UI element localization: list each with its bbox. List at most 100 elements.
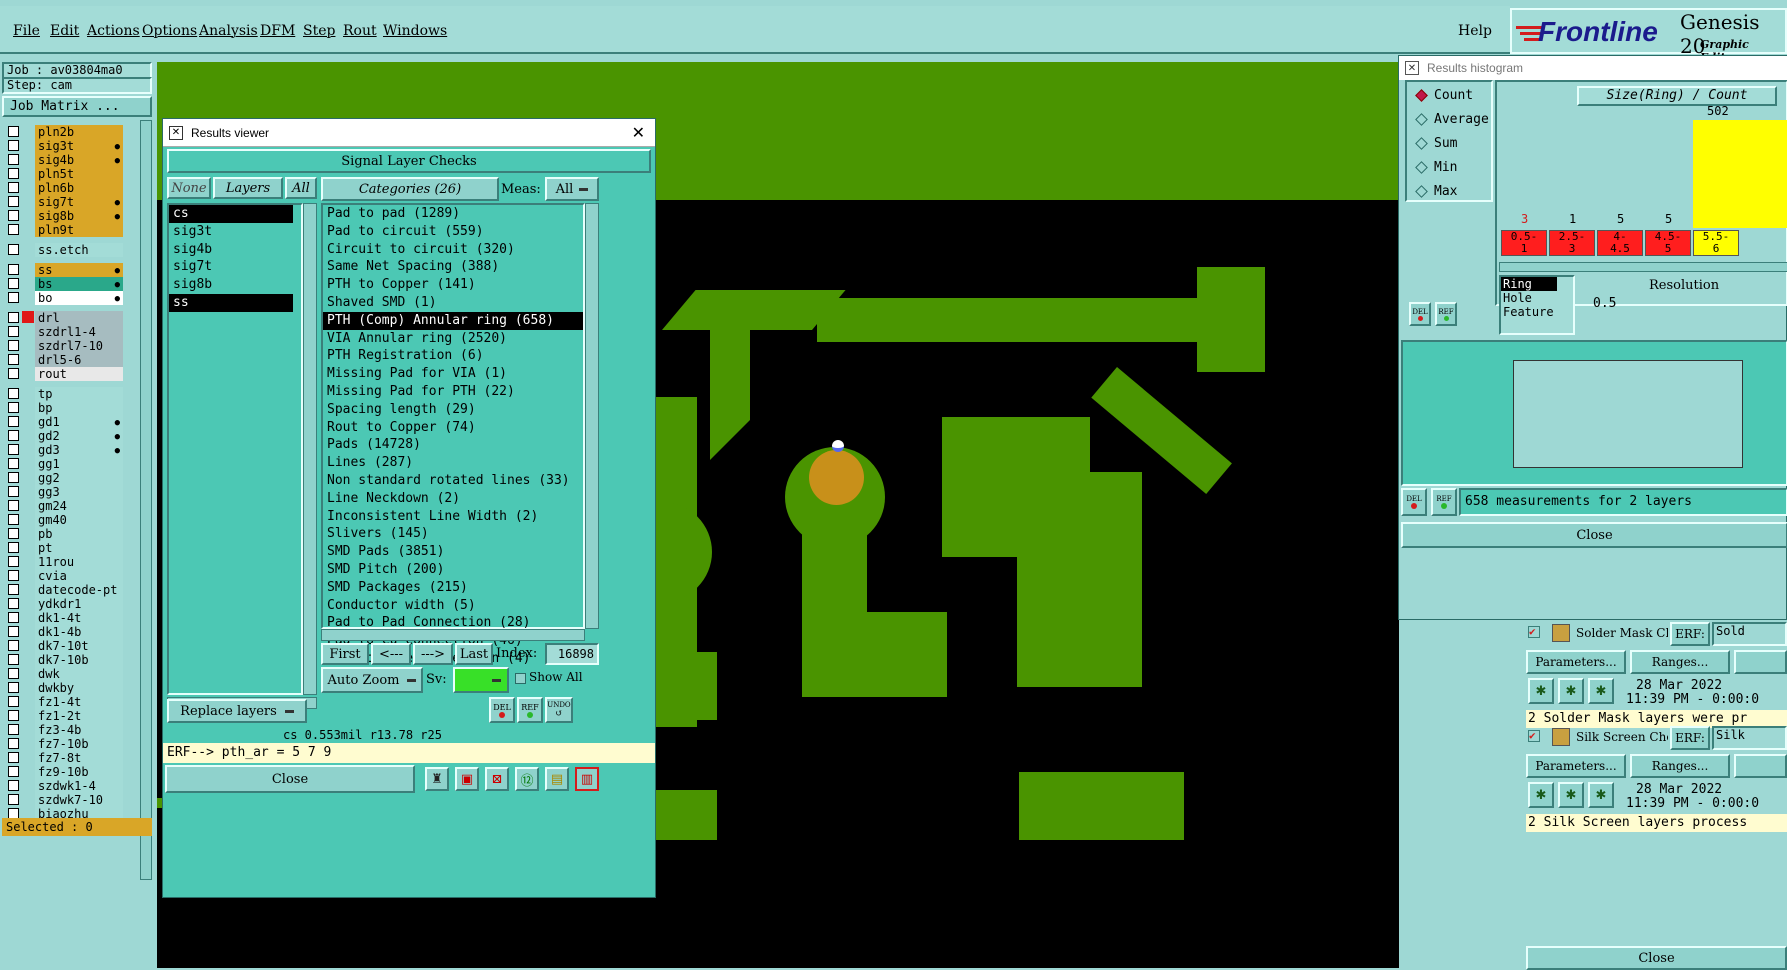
layer-row[interactable]: pln5t	[8, 166, 123, 181]
layer-checkbox[interactable]	[8, 724, 19, 735]
layer-checkbox[interactable]	[8, 598, 19, 609]
layer-checkbox[interactable]	[8, 668, 19, 679]
layer-row[interactable]: tp	[8, 386, 123, 401]
layer-row[interactable]: 11rou	[8, 554, 123, 569]
layer-results-list[interactable]: cs sig3t sig4b sig7t sig8b ss	[167, 203, 303, 695]
layer-checkbox[interactable]	[8, 368, 19, 379]
layer-name[interactable]: ss ●	[35, 262, 123, 277]
layer-name[interactable]: drl5-6	[35, 352, 123, 367]
category-item[interactable]: Missing Pad for PTH (22)	[323, 383, 583, 401]
layer-row[interactable]: dk7-10t	[8, 638, 123, 653]
run-icon[interactable]: ✱	[1558, 782, 1584, 808]
category-item[interactable]: VIA Annular ring (2520)	[323, 330, 583, 348]
layer-name[interactable]: sig4b ●	[35, 152, 123, 167]
layer-row[interactable]: pln6b	[8, 180, 123, 195]
layer-name[interactable]: bo ●	[35, 290, 123, 305]
layer-name[interactable]: sig7t ●	[35, 194, 123, 209]
layer-row[interactable]: gg2	[8, 470, 123, 485]
none-button[interactable]: None	[167, 177, 211, 199]
menu-windows[interactable]: Windows	[383, 23, 447, 39]
layer-checkbox[interactable]	[8, 168, 19, 179]
layer-name[interactable]: drl	[35, 310, 123, 325]
category-item[interactable]: Pads (14728)	[323, 436, 583, 454]
layer-name[interactable]: pln2b	[35, 124, 123, 139]
layer-checkbox[interactable]	[8, 500, 19, 511]
tool-number-icon[interactable]: ⑫	[515, 767, 539, 791]
result-layer-item[interactable]: cs	[169, 205, 293, 223]
layer-name[interactable]: gg2	[35, 470, 123, 485]
layer-row[interactable]: ss ●	[8, 262, 123, 277]
extra-button[interactable]	[1734, 650, 1787, 674]
categories-hscroll[interactable]	[321, 629, 585, 641]
tool-figure-icon[interactable]: ♜	[425, 767, 449, 791]
parameters-button[interactable]: Parameters...	[1526, 650, 1626, 674]
layer-row[interactable]: gd2 ●	[8, 428, 123, 443]
type-list[interactable]: Ring Hole Feature	[1499, 275, 1575, 335]
index-field[interactable]: 16898	[545, 643, 599, 665]
layer-row[interactable]: gg1	[8, 456, 123, 471]
all-button[interactable]: All	[285, 177, 317, 199]
layer-name[interactable]: pln6b	[35, 180, 123, 195]
categories-list[interactable]: Pad to pad (1289) Pad to circuit (559) Cir…	[321, 203, 585, 666]
close-icon[interactable]: ✕	[632, 123, 645, 143]
layer-row[interactable]: fz3-4b	[8, 722, 123, 737]
type-hole[interactable]: Hole	[1501, 291, 1573, 305]
tool-histogram-icon[interactable]: ▥	[575, 767, 599, 791]
layer-name[interactable]: fz1-2t	[35, 708, 123, 723]
layer-name[interactable]: rout	[35, 366, 123, 381]
category-item[interactable]: Conductor width (5)	[323, 597, 583, 615]
layer-checkbox[interactable]	[8, 472, 19, 483]
category-item[interactable]: Slivers (145)	[323, 525, 583, 543]
layer-checkbox[interactable]	[8, 402, 19, 413]
category-item[interactable]: Pad to pad (1289)	[323, 205, 583, 223]
layer-name[interactable]: fz3-4b	[35, 722, 123, 737]
layer-row[interactable]: dwk	[8, 666, 123, 681]
auto-zoom-button[interactable]: Auto Zoom	[321, 667, 423, 693]
layer-checkbox[interactable]	[8, 340, 19, 351]
layer-checkbox[interactable]	[8, 292, 19, 303]
category-item[interactable]: Rout to Copper (74)	[323, 419, 583, 437]
layer-name[interactable]: gd1 ●	[35, 414, 123, 429]
layer-row[interactable]: fz1-2t	[8, 708, 123, 723]
del-button[interactable]: DEL	[489, 697, 515, 723]
layer-checkbox[interactable]	[8, 244, 19, 255]
layer-checkbox[interactable]	[8, 752, 19, 763]
layer-row[interactable]: gd3 ●	[8, 442, 123, 457]
layer-checkbox[interactable]	[8, 224, 19, 235]
layer-checkbox[interactable]	[8, 486, 19, 497]
layer-name[interactable]: pln5t	[35, 166, 123, 181]
layer-checkbox[interactable]	[8, 528, 19, 539]
category-item[interactable]: Pad to circuit (559)	[323, 223, 583, 241]
categories-button[interactable]: Categories (26)	[321, 177, 499, 201]
layer-checkbox[interactable]	[8, 682, 19, 693]
bar-range-label[interactable]: 2.5- 3	[1549, 230, 1595, 256]
layer-checkbox[interactable]	[8, 696, 19, 707]
job-matrix-button[interactable]: Job Matrix ...	[2, 96, 152, 117]
check-enable-checkbox[interactable]: ✔	[1528, 626, 1540, 638]
option-min[interactable]: Min	[1415, 160, 1457, 175]
layer-checkbox[interactable]	[8, 278, 19, 289]
result-layer-item[interactable]: sig7t	[169, 258, 293, 276]
check-enable-checkbox[interactable]: ✔	[1528, 730, 1540, 742]
layer-name[interactable]: gg3	[35, 484, 123, 499]
meas-select[interactable]: All	[545, 177, 599, 201]
extra-button[interactable]	[1734, 754, 1787, 778]
layer-row[interactable]: sig4b ●	[8, 152, 123, 167]
layer-checkbox[interactable]	[8, 354, 19, 365]
layer-name[interactable]: gd2 ●	[35, 428, 123, 443]
category-item[interactable]: Circuit to circuit (320)	[323, 241, 583, 259]
category-item[interactable]: Missing Pad for VIA (1)	[323, 365, 583, 383]
tool-cross-icon[interactable]: ⊠	[485, 767, 509, 791]
histogram-hscroll[interactable]	[1499, 262, 1787, 272]
layer-name[interactable]: dk7-10b	[35, 652, 123, 667]
layer-name[interactable]: cvia	[35, 568, 123, 583]
layer-checkbox[interactable]	[8, 710, 19, 721]
layer-row[interactable]: dk1-4b	[8, 624, 123, 639]
category-item[interactable]: Spacing length (29)	[323, 401, 583, 419]
category-item[interactable]: Inconsistent Line Width (2)	[323, 508, 583, 526]
layer-row[interactable]: fz7-8t	[8, 750, 123, 765]
result-layer-item[interactable]: ss	[169, 293, 293, 312]
histogram-close-button[interactable]: Close	[1401, 522, 1787, 548]
layer-checkbox[interactable]	[8, 312, 19, 323]
layer-checkbox[interactable]	[8, 326, 19, 337]
